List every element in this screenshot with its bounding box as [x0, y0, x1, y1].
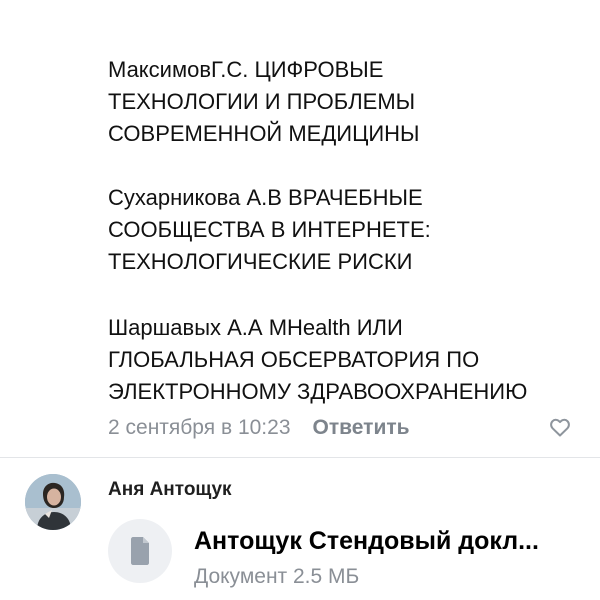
comment-separator — [0, 457, 600, 458]
comments-screen: ТВЕРСКОГО ГМУ МаксимовГ.С. ЦИФРОВЫЕ ТЕХН… — [0, 0, 600, 600]
comment-author[interactable]: Аня Антощук — [108, 479, 232, 501]
document-title[interactable]: Антощук Стендовый докл... — [194, 527, 584, 556]
comment-date: 2 сентября в 10:23 — [108, 416, 291, 439]
user-avatar[interactable] — [25, 474, 81, 530]
comment-paragraph-3: Шаршавых А.А MHealth ИЛИ ГЛОБАЛЬНАЯ ОБСЕ… — [108, 315, 528, 404]
comment-paragraph-1: МаксимовГ.С. ЦИФРОВЫЕ ТЕХНОЛОГИИ И ПРОБЛ… — [108, 57, 420, 146]
heart-outline-icon[interactable] — [548, 415, 572, 439]
comment-paragraph-2: Сухарникова А.В ВРАЧЕБНЫЕ СООБЩЕСТВА В И… — [108, 185, 431, 274]
avatar-photo — [25, 474, 81, 530]
comment-meta-row: 2 сентября в 10:23 Ответить — [108, 410, 578, 446]
document-meta: Документ 2.5 МБ — [194, 565, 360, 588]
reply-button[interactable]: Ответить — [313, 416, 410, 440]
comment-paragraph-cut: ТВЕРСКОГО ГМУ — [108, 0, 288, 9]
document-icon[interactable] — [108, 519, 172, 583]
